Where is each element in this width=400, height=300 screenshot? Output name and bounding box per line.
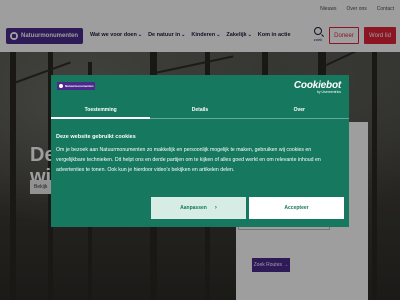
- tab-over[interactable]: Over: [250, 101, 349, 118]
- cookiebot-logo[interactable]: Cookiebot by Usercentrics: [294, 80, 341, 94]
- consent-body-text: Om je bezoek aan Natuurmonumenten zo mak…: [56, 147, 321, 173]
- chevron-right-icon: ›: [214, 205, 217, 211]
- accept-button[interactable]: Accepteer: [249, 197, 344, 219]
- tab-details[interactable]: Details: [150, 101, 249, 118]
- dialog-site-logo: Natuurmonumenten: [57, 82, 95, 90]
- customize-label: Aanpassen: [180, 205, 207, 211]
- cookie-consent-dialog: Natuurmonumenten Cookiebot by Usercentri…: [51, 75, 349, 227]
- tab-toestemming[interactable]: Toestemming: [51, 101, 151, 119]
- customize-button[interactable]: Aanpassen ›: [151, 197, 246, 219]
- logo-icon: [59, 84, 63, 88]
- dialog-logo-text: Natuurmonumenten: [65, 84, 94, 88]
- consent-tabs: Toestemming Details Over: [51, 101, 349, 119]
- consent-heading: Deze website gebruikt cookies: [56, 134, 136, 140]
